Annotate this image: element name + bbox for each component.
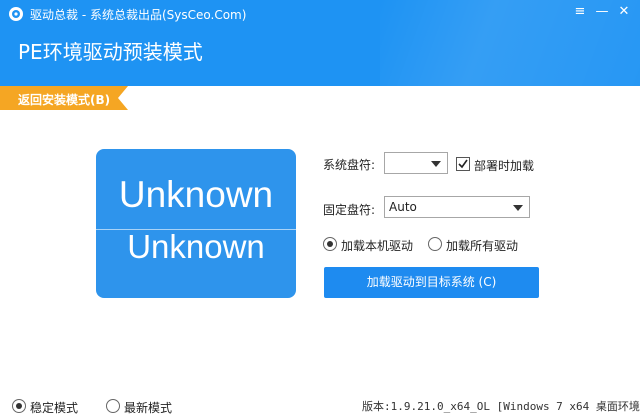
menu-icon[interactable]: ≡	[570, 2, 590, 22]
load-all-drivers-radio[interactable]	[428, 237, 442, 251]
load-local-drivers-label: 加载本机驱动	[341, 239, 414, 253]
fixed-drive-select[interactable]: Auto	[384, 196, 530, 218]
load-local-drivers-radio[interactable]	[323, 237, 337, 251]
fixed-drive-label: 固定盘符:	[323, 203, 376, 217]
load-all-drivers-label: 加载所有驱动	[446, 239, 519, 253]
deploy-load-checkbox[interactable]	[456, 157, 470, 171]
back-tag-label: 返回安装模式(B)	[18, 93, 111, 107]
minimize-icon[interactable]: —	[592, 2, 612, 22]
title-bar: 驱动总裁 - 系统总裁出品(SysCeo.Com) ≡ — ✕ PE环境驱动预装…	[0, 0, 640, 86]
stable-mode-label: 稳定模式	[30, 401, 79, 415]
mode-title: PE环境驱动预装模式	[18, 40, 203, 64]
back-to-install-mode-button[interactable]: 返回安装模式(B)	[0, 86, 128, 110]
stable-mode-radio[interactable]	[12, 399, 26, 413]
version-info: 版本:1.9.21.0_x64_OL [Windows 7 x64 桌面环境]	[362, 400, 640, 413]
disk-os-text: Unknown	[127, 228, 265, 265]
load-drivers-button[interactable]: 加载驱动到目标系统 (C)	[324, 267, 539, 298]
fixed-drive-value: Auto	[389, 200, 417, 214]
system-drive-select[interactable]	[384, 152, 448, 174]
chevron-down-icon	[513, 205, 523, 211]
window-title: 驱动总裁 - 系统总裁出品(SysCeo.Com)	[30, 8, 247, 22]
system-drive-label: 系统盘符:	[323, 158, 376, 172]
disk-model-text: Unknown	[118, 174, 274, 215]
latest-mode-label: 最新模式	[124, 401, 173, 415]
deploy-load-label: 部署时加载	[474, 159, 535, 173]
disk-info-card	[96, 149, 296, 298]
driver-app-icon	[8, 6, 24, 22]
latest-mode-radio[interactable]	[106, 399, 120, 413]
close-icon[interactable]: ✕	[614, 2, 634, 22]
check-icon	[458, 159, 468, 169]
chevron-down-icon	[431, 161, 441, 167]
